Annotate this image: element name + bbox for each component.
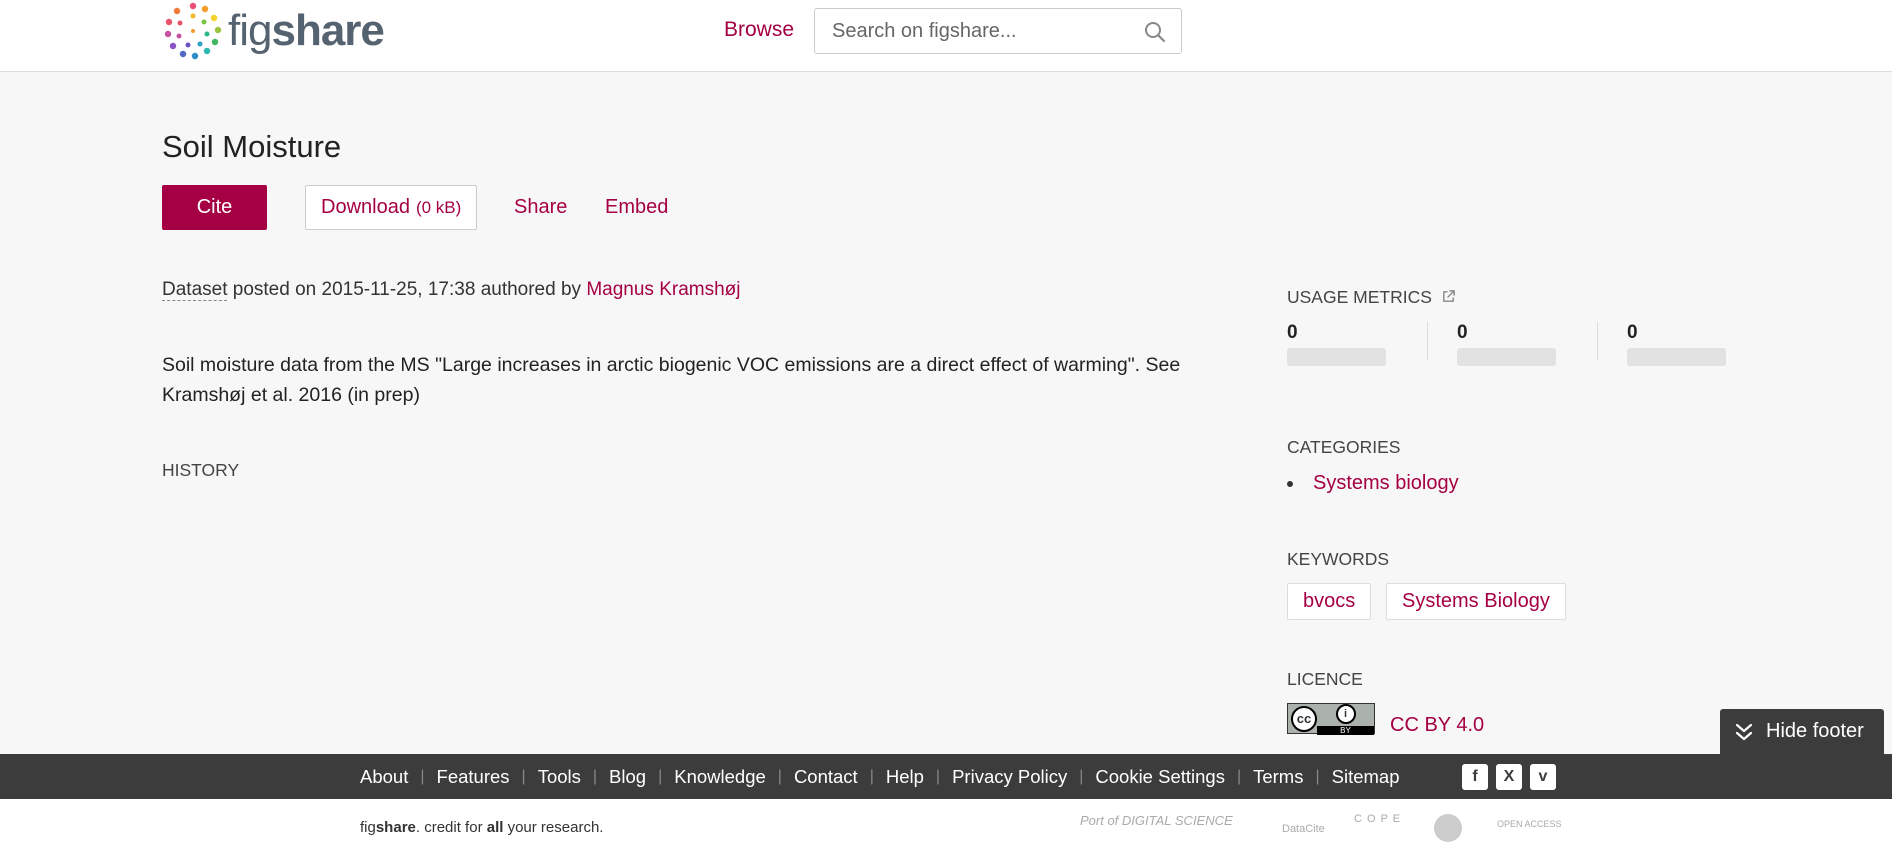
search-icon[interactable] (1143, 20, 1167, 44)
authored-prefix: authored by (480, 279, 582, 300)
logo-prefix: fig (228, 6, 272, 55)
footer-link-features[interactable]: Features (437, 766, 510, 788)
vimeo-icon[interactable]: v (1530, 764, 1556, 790)
footer-link-help[interactable]: Help (886, 766, 924, 788)
footer-link-contact[interactable]: Contact (794, 766, 858, 788)
footer-bar: About | Features | Tools | Blog | Knowledge |… (0, 754, 1892, 799)
metric-downloads-value: 0 (1457, 322, 1468, 343)
download-label: Download (321, 196, 410, 218)
metric-citations: 0 (1627, 322, 1726, 366)
embed-button[interactable]: Embed (605, 196, 668, 219)
search-box (814, 8, 1182, 54)
keyword-tag[interactable]: Systems Biology (1386, 583, 1566, 620)
footer-separator: | (777, 767, 782, 785)
cc-icon: cc (1291, 705, 1317, 732)
author-link[interactable]: Magnus Kramshøj (586, 279, 740, 300)
cc-badge-right: i BY (1317, 703, 1374, 735)
posted-prefix: posted on (232, 279, 317, 300)
hide-footer-label: Hide footer (1766, 720, 1864, 742)
cc-badge-by: BY (1317, 725, 1374, 735)
page-title: Soil Moisture (162, 129, 342, 164)
facebook-icon[interactable]: f (1462, 764, 1488, 790)
footer-separator: | (1236, 767, 1242, 785)
partner-seal-icon[interactable] (1433, 813, 1463, 843)
site-header: figshare Browse (0, 0, 1892, 72)
categories-list: Systems biology (1287, 472, 1459, 495)
footer-separator: | (521, 767, 526, 785)
share-button[interactable]: Share (514, 196, 567, 219)
keyword-tag[interactable]: bvocs (1287, 583, 1372, 620)
download-button[interactable]: Download (0 kB) (305, 185, 478, 230)
metric-citations-value: 0 (1627, 322, 1638, 343)
datacite-logo[interactable]: DataCite (1282, 823, 1325, 835)
digital-science-logo[interactable]: Port of DIGITAL SCIENCE (1080, 813, 1233, 828)
footer-link-terms[interactable]: Terms (1253, 766, 1303, 788)
footer-link-privacy-policy[interactable]: Privacy Policy (952, 766, 1067, 788)
footer-separator: | (869, 767, 874, 785)
cc-by-badge[interactable]: cc i BY (1287, 703, 1375, 735)
x-twitter-icon[interactable]: X (1496, 764, 1522, 790)
metric-downloads-bar (1457, 348, 1556, 366)
chevron-double-down-icon (1735, 723, 1753, 740)
footer-separator: | (935, 767, 941, 785)
social-links: f X v (1462, 764, 1556, 790)
posted-date: 2015-11-25, 17:38 (321, 279, 476, 300)
metric-views-value: 0 (1287, 322, 1298, 343)
category-item: Systems biology (1287, 472, 1459, 495)
footer-bottom: figshare. credit for all your research. … (0, 799, 1892, 857)
logo-suffix: share (271, 6, 384, 55)
figshare-wordmark: figshare (228, 6, 385, 55)
open-access-logo[interactable]: OPEN ACCESS (1497, 819, 1562, 829)
footer-link-cookie-settings[interactable]: Cookie Settings (1095, 766, 1225, 788)
metric-views-bar (1287, 348, 1386, 366)
item-meta: Dataset posted on 2015-11-25, 17:38 auth… (162, 279, 741, 301)
categories-heading: CATEGORIES (1287, 437, 1401, 457)
licence-link[interactable]: CC BY 4.0 (1390, 714, 1484, 737)
tagline-part3: . credit for (415, 819, 487, 836)
footer-link-blog[interactable]: Blog (609, 766, 646, 788)
tagline-part2: share (375, 819, 416, 836)
metric-views: 0 (1287, 322, 1386, 366)
history-heading: HISTORY (162, 460, 240, 480)
footer-link-knowledge[interactable]: Knowledge (674, 766, 766, 788)
item-type[interactable]: Dataset (162, 279, 228, 301)
cope-logo[interactable]: C O P E (1354, 813, 1401, 825)
category-link[interactable]: Systems biology (1313, 472, 1459, 495)
footer-link-about[interactable]: About (360, 766, 408, 788)
figshare-logo-icon (164, 2, 222, 60)
tagline-part1: fig (360, 819, 376, 836)
footer-nav: About | Features | Tools | Blog | Knowledge |… (360, 754, 1400, 799)
item-description: Soil moisture data from the MS "Large in… (162, 354, 1181, 406)
figshare-logo[interactable]: figshare (162, 0, 385, 62)
footer-separator: | (592, 767, 598, 785)
hide-footer-button[interactable]: Hide footer (1720, 709, 1884, 754)
download-size: (0 kB) (415, 197, 462, 217)
external-link-icon (1442, 290, 1455, 302)
footer-separator: | (420, 767, 425, 785)
footer-separator: | (1315, 767, 1320, 785)
footer-separator: | (1079, 767, 1084, 785)
footer-link-sitemap[interactable]: Sitemap (1332, 766, 1400, 788)
metric-citations-bar (1627, 348, 1726, 366)
footer-link-tools[interactable]: Tools (538, 766, 581, 788)
metric-divider (1427, 322, 1428, 360)
cite-button[interactable]: Cite (162, 185, 267, 230)
tagline-part4: all (486, 819, 504, 836)
metric-downloads: 0 (1457, 322, 1556, 366)
usage-metrics-label: USAGE METRICS (1287, 287, 1432, 307)
licence-heading: LICENCE (1287, 669, 1363, 689)
search-input[interactable] (815, 9, 1115, 53)
tagline-part5: your research. (503, 819, 604, 836)
footer-separator: | (658, 767, 663, 785)
attribution-icon: i (1335, 703, 1356, 724)
browse-link[interactable]: Browse (724, 18, 794, 42)
usage-metrics-heading[interactable]: USAGE METRICS (1287, 287, 1456, 308)
metric-divider (1597, 322, 1598, 360)
footer-tagline: figshare. credit for all your research. (360, 819, 603, 836)
keywords-heading: KEYWORDS (1287, 549, 1390, 569)
